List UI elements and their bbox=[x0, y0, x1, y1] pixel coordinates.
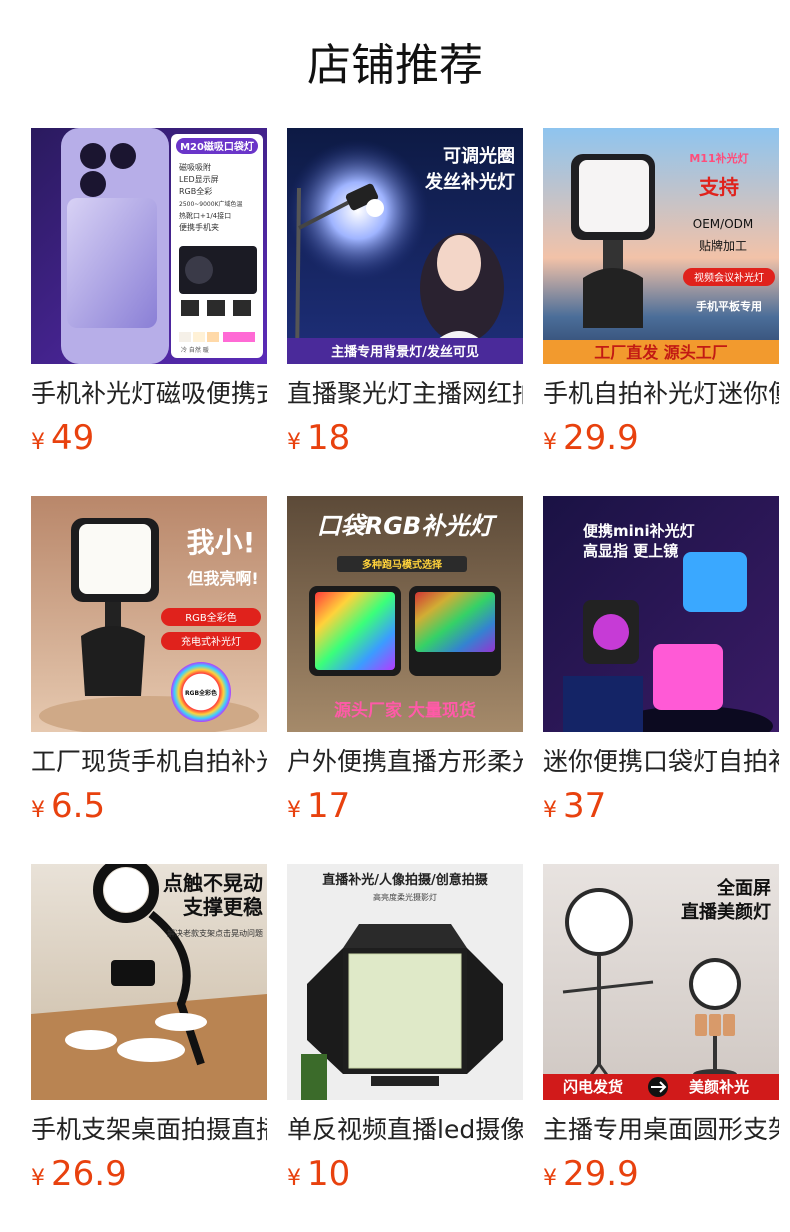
price-value: 10 bbox=[307, 1154, 351, 1194]
svg-text:口袋RGB补光灯: 口袋RGB补光灯 bbox=[317, 512, 498, 540]
product-card[interactable]: 全面屏 直播美颜灯 闪电发货 美颜补光 主播专用桌面圆形支架灯 ¥29.9 bbox=[543, 864, 779, 1196]
product-name[interactable]: 工厂现货手机自拍补光灯 bbox=[31, 742, 267, 782]
product-price: ¥18 bbox=[287, 416, 523, 460]
svg-text:LED显示屏: LED显示屏 bbox=[179, 175, 219, 184]
product-name[interactable]: 户外便携直播方形柔光灯 bbox=[287, 742, 523, 782]
svg-text:可调光圈: 可调光圈 bbox=[443, 145, 515, 167]
product-name[interactable]: 单反视频直播led摄像灯 bbox=[287, 1110, 523, 1150]
svg-text:热靴口+1/4接口: 热靴口+1/4接口 bbox=[179, 211, 231, 220]
product-image[interactable]: 点触不晃动 支撑更稳 解决老款支架点击晃动问题 bbox=[31, 864, 267, 1100]
product-name[interactable]: 直播聚光灯主播网红拍摄 bbox=[287, 374, 523, 414]
currency-symbol: ¥ bbox=[31, 798, 45, 823]
svg-text:主播专用背景灯/发丝可见: 主播专用背景灯/发丝可见 bbox=[331, 344, 479, 360]
svg-text:支持: 支持 bbox=[699, 175, 739, 199]
svg-text:多种跑马模式选择: 多种跑马模式选择 bbox=[362, 558, 443, 571]
currency-symbol: ¥ bbox=[287, 798, 301, 823]
product-image[interactable]: 直播补光/人像拍摄/创意拍摄 高亮度柔光摄影灯 bbox=[287, 864, 523, 1100]
svg-text:充电式补光灯: 充电式补光灯 bbox=[181, 635, 241, 648]
product-card[interactable]: 可调光圈 发丝补光灯 主播专用背景灯/发丝可见 直播聚光灯主播网红拍摄 ¥18 bbox=[287, 128, 523, 460]
price-value: 6.5 bbox=[51, 786, 106, 826]
price-value: 18 bbox=[307, 418, 351, 458]
svg-text:发丝补光灯: 发丝补光灯 bbox=[424, 171, 515, 193]
svg-text:我小!: 我小! bbox=[187, 526, 256, 559]
product-image[interactable]: M20磁吸口袋灯 磁吸吸附 LED显示屏 RGB全彩 2500~9000K广域色… bbox=[31, 128, 267, 364]
product-price: ¥26.9 bbox=[31, 1152, 267, 1196]
price-value: 29.9 bbox=[563, 418, 639, 458]
product-card[interactable]: 便携mini补光灯 高显指 更上镜 迷你便携口袋灯自拍补光 ¥37 bbox=[543, 496, 779, 828]
product-image[interactable]: 口袋RGB补光灯 多种跑马模式选择 源头厂家 大量现货 bbox=[287, 496, 523, 732]
svg-text:支撑更稳: 支撑更稳 bbox=[183, 895, 263, 919]
svg-text:闪电发货: 闪电发货 bbox=[563, 1078, 623, 1096]
product-name[interactable]: 手机自拍补光灯迷你便携 bbox=[543, 374, 779, 414]
price-value: 37 bbox=[563, 786, 607, 826]
svg-text:点触不晃动: 点触不晃动 bbox=[163, 871, 263, 895]
product-price: ¥10 bbox=[287, 1152, 523, 1196]
svg-text:直播补光/人像拍摄/创意拍摄: 直播补光/人像拍摄/创意拍摄 bbox=[322, 872, 488, 888]
svg-text:RGB全彩色: RGB全彩色 bbox=[185, 689, 217, 697]
product-image[interactable]: M11补光灯 支持 OEM/ODM 贴牌加工 视频会议补光灯 手机平板专用 工厂… bbox=[543, 128, 779, 364]
svg-text:全面屏: 全面屏 bbox=[716, 877, 771, 899]
currency-symbol: ¥ bbox=[543, 430, 557, 455]
product-price: ¥37 bbox=[543, 784, 779, 828]
product-name[interactable]: 迷你便携口袋灯自拍补光 bbox=[543, 742, 779, 782]
svg-text:手机平板专用: 手机平板专用 bbox=[696, 299, 762, 313]
currency-symbol: ¥ bbox=[543, 798, 557, 823]
product-price: ¥29.9 bbox=[543, 416, 779, 460]
svg-text:M11补光灯: M11补光灯 bbox=[689, 151, 748, 165]
price-value: 29.9 bbox=[563, 1154, 639, 1194]
svg-text:直播美颜灯: 直播美颜灯 bbox=[681, 901, 771, 923]
product-image[interactable]: 可调光圈 发丝补光灯 主播专用背景灯/发丝可见 bbox=[287, 128, 523, 364]
svg-text:冷 自然 暖: 冷 自然 暖 bbox=[181, 346, 209, 354]
svg-text:贴牌加工: 贴牌加工 bbox=[699, 239, 747, 253]
svg-text:磁吸吸附: 磁吸吸附 bbox=[179, 162, 211, 172]
product-price: ¥6.5 bbox=[31, 784, 267, 828]
svg-text:解决老款支架点击晃动问题: 解决老款支架点击晃动问题 bbox=[167, 928, 263, 938]
svg-text:高显指 更上镜: 高显指 更上镜 bbox=[583, 542, 678, 560]
svg-text:美颜补光: 美颜补光 bbox=[689, 1078, 749, 1096]
price-value: 49 bbox=[51, 418, 95, 458]
image-badge: M20磁吸口袋灯 bbox=[180, 140, 254, 153]
currency-symbol: ¥ bbox=[287, 1166, 301, 1191]
svg-text:便携手机夹: 便携手机夹 bbox=[179, 222, 219, 232]
svg-text:2500~9000K广域色温: 2500~9000K广域色温 bbox=[179, 200, 243, 208]
svg-text:高亮度柔光摄影灯: 高亮度柔光摄影灯 bbox=[373, 892, 437, 902]
svg-text:视频会议补光灯: 视频会议补光灯 bbox=[694, 271, 764, 284]
product-price: ¥17 bbox=[287, 784, 523, 828]
product-card[interactable]: 口袋RGB补光灯 多种跑马模式选择 源头厂家 大量现货 户外便携直播方形柔光灯 … bbox=[287, 496, 523, 828]
currency-symbol: ¥ bbox=[543, 1166, 557, 1191]
product-name[interactable]: 手机支架桌面拍摄直播补光 bbox=[31, 1110, 267, 1150]
svg-text:源头厂家 大量现货: 源头厂家 大量现货 bbox=[334, 700, 476, 721]
product-card[interactable]: M20磁吸口袋灯 磁吸吸附 LED显示屏 RGB全彩 2500~9000K广域色… bbox=[31, 128, 267, 460]
svg-text:便携mini补光灯: 便携mini补光灯 bbox=[583, 522, 695, 540]
product-card[interactable]: 直播补光/人像拍摄/创意拍摄 高亮度柔光摄影灯 单反视频直播led摄像灯 ¥10 bbox=[287, 864, 523, 1196]
svg-text:RGB全彩: RGB全彩 bbox=[179, 186, 212, 196]
product-image[interactable]: 我小! 但我亮啊! RGB全彩色 充电式补光灯 RGB全彩色 bbox=[31, 496, 267, 732]
svg-text:但我亮啊!: 但我亮啊! bbox=[187, 569, 258, 588]
product-name[interactable]: 手机补光灯磁吸便携式 bbox=[31, 374, 267, 414]
product-card[interactable]: 点触不晃动 支撑更稳 解决老款支架点击晃动问题 手机支架桌面拍摄直播补光 ¥26… bbox=[31, 864, 267, 1196]
product-image[interactable]: 全面屏 直播美颜灯 闪电发货 美颜补光 bbox=[543, 864, 779, 1100]
product-name[interactable]: 主播专用桌面圆形支架灯 bbox=[543, 1110, 779, 1150]
currency-symbol: ¥ bbox=[31, 1166, 45, 1191]
svg-text:RGB全彩色: RGB全彩色 bbox=[185, 611, 237, 624]
price-value: 26.9 bbox=[51, 1154, 127, 1194]
product-price: ¥49 bbox=[31, 416, 267, 460]
currency-symbol: ¥ bbox=[287, 430, 301, 455]
product-card[interactable]: M11补光灯 支持 OEM/ODM 贴牌加工 视频会议补光灯 手机平板专用 工厂… bbox=[543, 128, 779, 460]
svg-text:工厂直发 源头工厂: 工厂直发 源头工厂 bbox=[594, 343, 728, 362]
product-card[interactable]: 我小! 但我亮啊! RGB全彩色 充电式补光灯 RGB全彩色 工厂现货手机自拍补… bbox=[31, 496, 267, 828]
price-value: 17 bbox=[307, 786, 351, 826]
product-price: ¥29.9 bbox=[543, 1152, 779, 1196]
currency-symbol: ¥ bbox=[31, 430, 45, 455]
page-title: 店铺推荐 bbox=[307, 40, 483, 91]
product-image[interactable]: 便携mini补光灯 高显指 更上镜 bbox=[543, 496, 779, 732]
svg-text:OEM/ODM: OEM/ODM bbox=[693, 217, 753, 231]
